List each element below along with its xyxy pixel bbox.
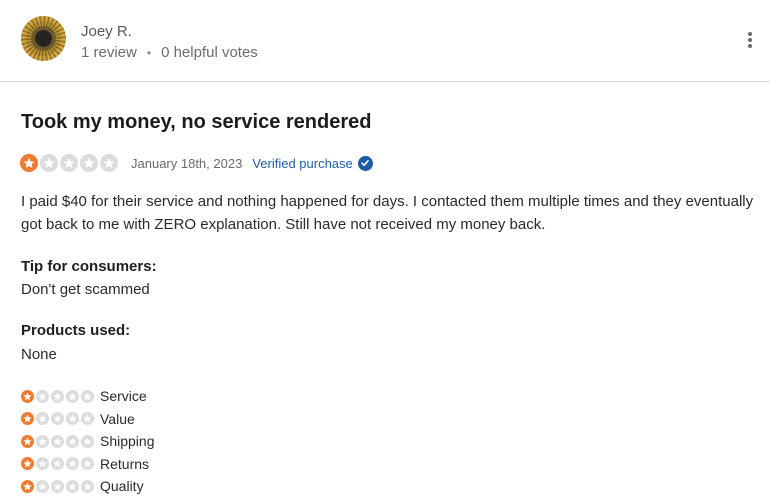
overall-star-rating <box>20 154 118 172</box>
star-icon <box>81 457 94 471</box>
star-icon <box>100 154 118 172</box>
check-badge-icon <box>357 155 373 171</box>
reviewer-stats: 1 review • 0 helpful votes <box>81 44 258 61</box>
category-star-rating <box>21 479 100 493</box>
star-icon <box>51 434 64 448</box>
star-icon <box>36 479 49 493</box>
review-count: 1 review <box>81 44 137 61</box>
star-icon <box>36 434 49 448</box>
review-title: Took my money, no service rendered <box>21 111 372 133</box>
tip-label: Tip for consumers: <box>21 258 157 275</box>
more-options-icon[interactable] <box>742 30 758 50</box>
star-icon <box>21 479 34 493</box>
category-star-rating <box>21 389 100 403</box>
star-icon <box>66 457 79 471</box>
star-icon <box>36 457 49 471</box>
category-rating-row: Returns <box>21 453 155 476</box>
category-star-rating <box>21 434 100 448</box>
verified-purchase-badge[interactable]: Verified purchase <box>252 155 373 171</box>
star-icon <box>36 389 49 403</box>
category-rating-row: Quality <box>21 475 155 498</box>
category-star-rating <box>21 457 100 471</box>
star-icon <box>40 154 58 172</box>
star-icon <box>60 154 78 172</box>
products-value: None <box>21 346 57 363</box>
verified-label: Verified purchase <box>252 155 353 171</box>
star-icon <box>21 457 34 471</box>
star-icon <box>81 479 94 493</box>
star-icon <box>36 412 49 426</box>
star-icon <box>80 154 98 172</box>
star-icon <box>51 457 64 471</box>
reviewer-header: Joey R. 1 review • 0 helpful votes <box>0 0 770 82</box>
star-icon <box>66 434 79 448</box>
products-label: Products used: <box>21 322 131 339</box>
star-icon <box>81 412 94 426</box>
star-icon <box>21 434 34 448</box>
category-star-rating <box>21 412 100 426</box>
category-rating-row: Value <box>21 408 155 431</box>
category-rating-label: Returns <box>100 455 150 472</box>
review-date: January 18th, 2023 <box>131 155 243 171</box>
star-icon <box>81 389 94 403</box>
category-rating-label: Service <box>100 388 147 405</box>
helpful-votes: 0 helpful votes <box>161 44 258 61</box>
star-icon <box>51 412 64 426</box>
star-icon <box>66 412 79 426</box>
star-icon <box>21 412 34 426</box>
star-icon <box>20 154 38 172</box>
review-body: I paid $40 for their service and nothing… <box>21 193 754 233</box>
category-rating-row: Shipping <box>21 430 155 453</box>
category-ratings: Service Value Shipping Returns Quality <box>21 385 155 498</box>
avatar[interactable] <box>21 16 66 61</box>
star-icon <box>51 389 64 403</box>
star-icon <box>21 389 34 403</box>
category-rating-label: Shipping <box>100 433 155 450</box>
category-rating-label: Value <box>100 410 135 427</box>
star-icon <box>81 434 94 448</box>
review-meta: January 18th, 2023 Verified purchase <box>20 153 373 173</box>
stats-separator: • <box>146 45 152 60</box>
category-rating-row: Service <box>21 385 155 408</box>
category-rating-label: Quality <box>100 478 144 495</box>
star-icon <box>51 479 64 493</box>
reviewer-name[interactable]: Joey R. <box>81 23 132 40</box>
star-icon <box>66 389 79 403</box>
tip-value: Don't get scammed <box>21 281 150 298</box>
star-icon <box>66 479 79 493</box>
